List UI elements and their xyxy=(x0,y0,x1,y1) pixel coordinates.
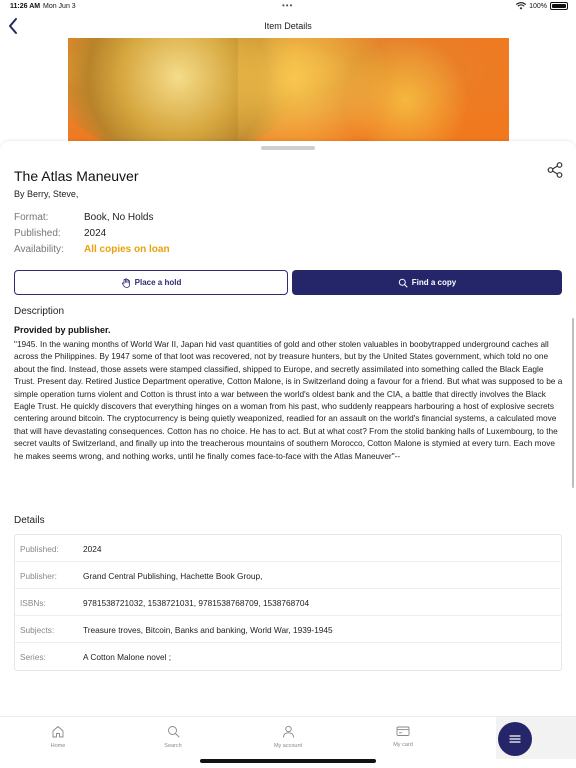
details-key: Publisher: xyxy=(20,571,57,581)
card-icon xyxy=(396,726,410,736)
find-copy-button[interactable]: Find a copy xyxy=(292,270,562,295)
tab-my-card[interactable]: My card xyxy=(373,725,433,748)
description-text: "1945. In the waning months of World War… xyxy=(14,339,563,461)
details-key: Subjects: xyxy=(20,625,55,635)
status-date: Mon Jun 3 xyxy=(43,3,76,10)
navigation-bar: Item Details xyxy=(0,14,576,38)
details-value: 2024 xyxy=(83,544,102,554)
tab-home[interactable]: Home xyxy=(28,725,88,749)
status-indicators: 100% xyxy=(516,2,568,10)
hand-icon xyxy=(121,277,130,288)
status-bar: 11:26 AM Mon Jun 3 ••• 100% xyxy=(0,0,576,14)
tab-my-account-label: My account xyxy=(273,743,303,749)
description-heading: Description xyxy=(14,306,65,317)
details-row-series: Series: A Cotton Malone novel ; xyxy=(15,643,561,670)
item-title: The Atlas Maneuver xyxy=(14,168,139,184)
details-value: Grand Central Publishing, Hachette Book … xyxy=(83,571,263,581)
search-icon xyxy=(167,726,179,738)
details-row-published: Published: 2024 xyxy=(15,535,561,562)
published-value: 2024 xyxy=(84,228,107,239)
page-title: Item Details xyxy=(264,21,312,31)
tab-search[interactable]: Search xyxy=(143,725,203,749)
format-value: Book, No Holds xyxy=(84,212,154,223)
tab-my-account[interactable]: My account xyxy=(258,725,318,749)
details-row-isbns: ISBNs: 9781538721032, 1538721031, 978153… xyxy=(15,589,561,616)
multitasking-dots-icon[interactable]: ••• xyxy=(282,1,293,10)
availability-label: Availability: xyxy=(14,244,64,255)
place-hold-label: Place a hold xyxy=(134,278,182,287)
share-icon[interactable] xyxy=(546,161,564,179)
details-key: ISBNs: xyxy=(20,598,46,608)
battery-icon xyxy=(550,2,568,10)
find-copy-label: Find a copy xyxy=(411,278,457,287)
details-heading: Details xyxy=(14,515,45,526)
details-value: Treasure troves, Bitcoin, Banks and bank… xyxy=(83,625,333,635)
availability-value: All copies on loan xyxy=(84,244,170,255)
tab-search-label: Search xyxy=(164,743,182,749)
status-time: 11:26 AM xyxy=(10,3,41,10)
home-icon xyxy=(52,726,64,738)
details-table: Published: 2024 Publisher: Grand Central… xyxy=(14,534,562,671)
published-label: Published: xyxy=(14,228,61,239)
place-hold-button[interactable]: Place a hold xyxy=(14,270,288,295)
menu-button[interactable] xyxy=(498,722,532,756)
item-author: By Berry, Steve, xyxy=(14,189,79,199)
provided-by-publisher: Provided by publisher. xyxy=(14,325,111,335)
scrollbar[interactable] xyxy=(572,318,574,488)
details-row-subjects: Subjects: Treasure troves, Bitcoin, Bank… xyxy=(15,616,561,643)
sheet-grabber[interactable] xyxy=(261,146,315,150)
home-indicator[interactable] xyxy=(200,759,376,763)
battery-percent: 100% xyxy=(529,2,547,10)
details-row-publisher: Publisher: Grand Central Publishing, Hac… xyxy=(15,562,561,589)
person-icon xyxy=(282,725,294,738)
cover-area xyxy=(0,38,576,142)
tab-my-card-label: My card xyxy=(393,742,413,748)
format-label: Format: xyxy=(14,212,49,223)
details-value: 9781538721032, 1538721031, 9781538768709… xyxy=(83,598,310,608)
book-cover-image xyxy=(68,38,509,142)
details-value: A Cotton Malone novel ; xyxy=(83,652,172,662)
details-key: Series: xyxy=(20,652,46,662)
wifi-icon xyxy=(516,2,527,10)
details-key: Published: xyxy=(20,544,59,554)
menu-icon xyxy=(509,735,521,743)
search-icon xyxy=(398,278,408,288)
tab-home-label: Home xyxy=(50,743,66,749)
